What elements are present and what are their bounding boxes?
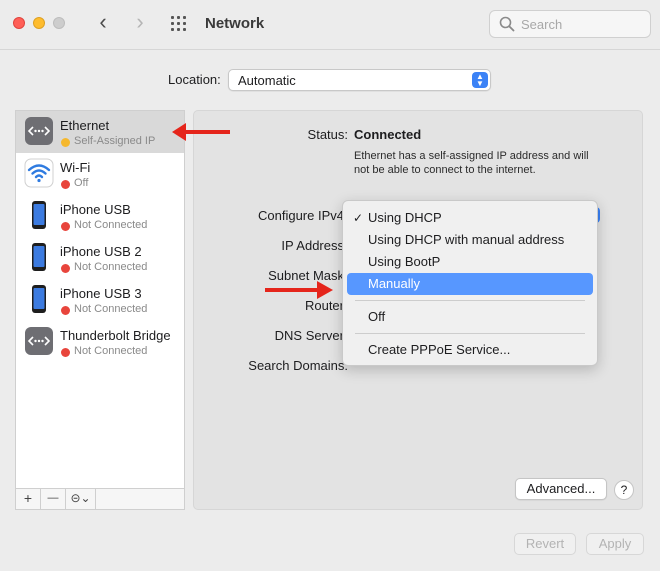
location-select[interactable]: Automatic ▲ ▼ (228, 69, 491, 91)
thunderbolt-bridge-icon (25, 327, 53, 355)
title-bar: ‹ › Network Search (0, 0, 660, 50)
iphone-icon (32, 201, 46, 229)
menu-item-label: Off (368, 309, 386, 324)
ip-address-label: IP Address (281, 238, 344, 253)
ethernet-icon (25, 117, 53, 145)
status-dot-yellow (61, 138, 70, 147)
menu-item-manually[interactable]: Manually (347, 273, 593, 295)
updown-chevron-icon: ▲ ▼ (472, 72, 488, 88)
status-dot-red (61, 348, 70, 357)
search-domains-label: Search Domains: (248, 358, 348, 373)
service-name: iPhone USB (60, 202, 131, 217)
zoom-window-button[interactable] (53, 17, 65, 29)
menu-item-using-bootp[interactable]: Using BootP (347, 251, 593, 273)
menu-item-label: Using BootP (368, 254, 441, 269)
annotation-arrow-right-icon (265, 281, 333, 299)
menu-item-using-dhcp[interactable]: ✓ Using DHCP (347, 207, 593, 229)
advanced-button[interactable]: Advanced... (515, 478, 607, 500)
menu-separator (355, 333, 585, 334)
service-name: iPhone USB 2 (60, 244, 142, 259)
menu-item-off[interactable]: Off (347, 306, 593, 328)
service-status: Not Connected (74, 303, 148, 315)
forward-chevron-icon[interactable]: › (130, 11, 150, 33)
service-item-wifi[interactable]: Wi-Fi Off (16, 153, 184, 195)
revert-button[interactable]: Revert (514, 533, 576, 555)
menu-separator (355, 300, 585, 301)
show-all-grid-icon[interactable] (171, 16, 189, 31)
annotation-arrow-left-icon (172, 123, 230, 141)
remove-service-button[interactable]: — (41, 489, 66, 509)
menu-item-label: Using DHCP (368, 210, 442, 225)
service-status: Self-Assigned IP (74, 135, 156, 147)
iphone-icon (32, 285, 46, 313)
service-status: Not Connected (74, 345, 148, 357)
status-dot-red (61, 306, 70, 315)
menu-item-label: Manually (368, 276, 421, 291)
add-service-button[interactable]: + (16, 489, 41, 509)
back-chevron-icon[interactable]: ‹ (93, 11, 113, 33)
location-value: Automatic (238, 73, 296, 88)
configure-ipv4-label: Configure IPv4 (258, 208, 344, 223)
service-name: Wi-Fi (60, 160, 91, 175)
service-item-iphone-usb-2[interactable]: iPhone USB 2 Not Connected (16, 237, 184, 279)
status-value: Connected (354, 127, 422, 142)
dns-server-label: DNS Server (274, 328, 344, 343)
service-status: Not Connected (74, 219, 148, 231)
menu-item-create-pppoe[interactable]: Create PPPoE Service... (347, 339, 593, 361)
service-item-ethernet[interactable]: Ethernet Self-Assigned IP (16, 111, 184, 153)
apply-button[interactable]: Apply (586, 533, 644, 555)
help-button[interactable]: ? (614, 480, 634, 500)
status-description: Ethernet has a self-assigned IP address … (354, 150, 589, 176)
status-dot-red (61, 264, 70, 273)
window-title: Network (205, 15, 265, 32)
menu-item-label: Create PPPoE Service... (368, 342, 511, 357)
service-item-iphone-usb-3[interactable]: iPhone USB 3 Not Connected (16, 279, 184, 321)
location-label: Location: (168, 72, 221, 87)
wifi-icon (24, 158, 54, 188)
search-placeholder: Search (521, 17, 563, 32)
status-label: Status: (307, 127, 348, 142)
service-status: Not Connected (74, 261, 148, 273)
status-dot-red (61, 222, 70, 231)
search-icon (499, 16, 515, 32)
menu-item-dhcp-manual-address[interactable]: Using DHCP with manual address (347, 229, 593, 251)
iphone-icon (32, 243, 46, 271)
service-item-iphone-usb[interactable]: iPhone USB Not Connected (16, 195, 184, 237)
close-window-button[interactable] (13, 17, 25, 29)
service-name: Thunderbolt Bridge (60, 328, 171, 343)
checkmark-icon: ✓ (353, 211, 364, 225)
service-name: Ethernet (60, 118, 110, 133)
menu-item-label: Using DHCP with manual address (368, 232, 565, 247)
sidebar-toolbar: + — ⊝⌄ (15, 489, 185, 510)
service-item-thunderbolt-bridge[interactable]: Thunderbolt Bridge Not Connected (16, 321, 184, 363)
status-dot-red (61, 180, 70, 189)
search-input[interactable]: Search (489, 10, 651, 38)
service-name: iPhone USB 3 (60, 286, 142, 301)
configure-ipv4-menu: ✓ Using DHCP Using DHCP with manual addr… (342, 200, 598, 366)
minimize-window-button[interactable] (33, 17, 45, 29)
service-status: Off (74, 177, 89, 189)
service-list: Ethernet Self-Assigned IP Wi-Fi Off iPho… (15, 110, 185, 489)
action-menu-button[interactable]: ⊝⌄ (66, 489, 96, 509)
